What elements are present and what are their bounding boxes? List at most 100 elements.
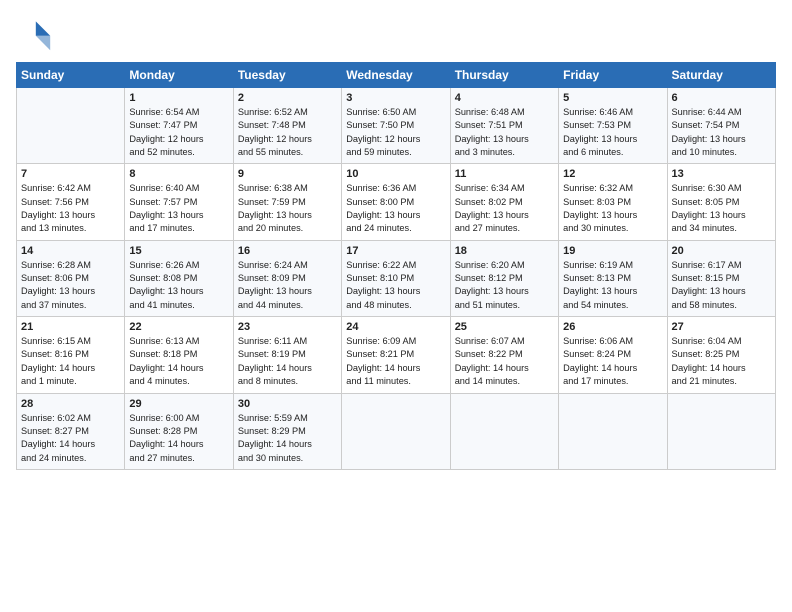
calendar-cell: 8 Sunrise: 6:40 AM Sunset: 7:57 PM Daylig… (125, 164, 233, 240)
day-info: Sunrise: 6:00 AM Sunset: 8:28 PM Dayligh… (129, 412, 228, 465)
day-number: 1 (129, 92, 228, 104)
day-number: 11 (455, 168, 554, 180)
calendar-cell: 21 Sunrise: 6:15 AM Sunset: 8:16 PM Dayli… (17, 317, 125, 393)
day-number: 28 (21, 398, 120, 410)
day-info: Sunrise: 6:30 AM Sunset: 8:05 PM Dayligh… (672, 182, 771, 235)
day-number: 12 (563, 168, 662, 180)
calendar-cell: 18Sunrise: 6:20 AM Sunset: 8:12 PM Dayli… (450, 240, 558, 316)
calendar-cell: 4Sunrise: 6:48 AM Sunset: 7:51 PM Daylig… (450, 88, 558, 164)
calendar-cell: 28 Sunrise: 6:02 AM Sunset: 8:27 PM Dayli… (17, 393, 125, 469)
week-row-2: 7Sunrise: 6:42 AM Sunset: 7:56 PM Daylig… (17, 164, 776, 240)
day-info: Sunrise: 6:07 AM Sunset: 8:22 PM Dayligh… (455, 335, 554, 388)
day-info: Sunrise: 6:22 AM Sunset: 8:10 PM Dayligh… (346, 259, 445, 312)
day-info: Sunrise: 6:50 AM Sunset: 7:50 PM Dayligh… (346, 106, 445, 159)
calendar-cell: 30 Sunrise: 5:59 AM Sunset: 8:29 PM Dayli… (233, 393, 341, 469)
calendar-cell: 25 Sunrise: 6:07 AM Sunset: 8:22 PM Dayli… (450, 317, 558, 393)
day-number: 17 (346, 245, 445, 257)
day-info: Sunrise: 6:28 AM Sunset: 8:06 PM Dayligh… (21, 259, 120, 312)
calendar-cell: 6 Sunrise: 6:44 AM Sunset: 7:54 PM Daylig… (667, 88, 775, 164)
calendar-cell (17, 88, 125, 164)
day-number: 10 (346, 168, 445, 180)
day-info: Sunrise: 6:46 AM Sunset: 7:53 PM Dayligh… (563, 106, 662, 159)
day-info: Sunrise: 6:24 AM Sunset: 8:09 PM Dayligh… (238, 259, 337, 312)
day-info: Sunrise: 6:26 AM Sunset: 8:08 PM Dayligh… (129, 259, 228, 312)
day-header-wednesday: Wednesday (342, 63, 450, 88)
week-row-1: 1 Sunrise: 6:54 AM Sunset: 7:47 PM Daylig… (17, 88, 776, 164)
day-number: 3 (346, 92, 445, 104)
day-header-saturday: Saturday (667, 63, 775, 88)
day-number: 22 (129, 321, 228, 333)
calendar-cell: 7Sunrise: 6:42 AM Sunset: 7:56 PM Daylig… (17, 164, 125, 240)
day-info: Sunrise: 6:54 AM Sunset: 7:47 PM Dayligh… (129, 106, 228, 159)
calendar-cell: 3 Sunrise: 6:50 AM Sunset: 7:50 PM Daylig… (342, 88, 450, 164)
calendar-cell: 29 Sunrise: 6:00 AM Sunset: 8:28 PM Dayli… (125, 393, 233, 469)
day-number: 18 (455, 245, 554, 257)
calendar-cell: 10 Sunrise: 6:36 AM Sunset: 8:00 PM Dayli… (342, 164, 450, 240)
day-info: Sunrise: 6:32 AM Sunset: 8:03 PM Dayligh… (563, 182, 662, 235)
calendar-cell: 19 Sunrise: 6:19 AM Sunset: 8:13 PM Dayli… (559, 240, 667, 316)
week-row-5: 28 Sunrise: 6:02 AM Sunset: 8:27 PM Dayli… (17, 393, 776, 469)
day-info: Sunrise: 6:34 AM Sunset: 8:02 PM Dayligh… (455, 182, 554, 235)
day-number: 13 (672, 168, 771, 180)
day-info: Sunrise: 6:48 AM Sunset: 7:51 PM Dayligh… (455, 106, 554, 159)
day-info: Sunrise: 6:06 AM Sunset: 8:24 PM Dayligh… (563, 335, 662, 388)
day-number: 14 (21, 245, 120, 257)
calendar-cell: 1 Sunrise: 6:54 AM Sunset: 7:47 PM Daylig… (125, 88, 233, 164)
day-info: Sunrise: 6:15 AM Sunset: 8:16 PM Dayligh… (21, 335, 120, 388)
day-info: Sunrise: 6:19 AM Sunset: 8:13 PM Dayligh… (563, 259, 662, 312)
calendar-table: SundayMondayTuesdayWednesdayThursdayFrid… (16, 62, 776, 470)
calendar-cell: 22 Sunrise: 6:13 AM Sunset: 8:18 PM Dayli… (125, 317, 233, 393)
calendar-cell: 13 Sunrise: 6:30 AM Sunset: 8:05 PM Dayli… (667, 164, 775, 240)
day-header-thursday: Thursday (450, 63, 558, 88)
day-number: 15 (129, 245, 228, 257)
day-header-friday: Friday (559, 63, 667, 88)
calendar-cell: 16Sunrise: 6:24 AM Sunset: 8:09 PM Dayli… (233, 240, 341, 316)
calendar-cell: 12 Sunrise: 6:32 AM Sunset: 8:03 PM Dayli… (559, 164, 667, 240)
calendar-cell: 5 Sunrise: 6:46 AM Sunset: 7:53 PM Daylig… (559, 88, 667, 164)
calendar-cell (667, 393, 775, 469)
calendar-cell (559, 393, 667, 469)
logo-icon (16, 16, 52, 52)
day-info: Sunrise: 6:42 AM Sunset: 7:56 PM Dayligh… (21, 182, 120, 235)
day-number: 24 (346, 321, 445, 333)
day-info: Sunrise: 6:17 AM Sunset: 8:15 PM Dayligh… (672, 259, 771, 312)
day-number: 2 (238, 92, 337, 104)
day-info: Sunrise: 6:44 AM Sunset: 7:54 PM Dayligh… (672, 106, 771, 159)
day-number: 27 (672, 321, 771, 333)
calendar-cell: 27Sunrise: 6:04 AM Sunset: 8:25 PM Dayli… (667, 317, 775, 393)
day-number: 5 (563, 92, 662, 104)
calendar-cell (450, 393, 558, 469)
day-info: Sunrise: 6:02 AM Sunset: 8:27 PM Dayligh… (21, 412, 120, 465)
calendar-cell: 24 Sunrise: 6:09 AM Sunset: 8:21 PM Dayli… (342, 317, 450, 393)
day-number: 29 (129, 398, 228, 410)
day-number: 6 (672, 92, 771, 104)
calendar-cell (342, 393, 450, 469)
week-row-3: 14 Sunrise: 6:28 AM Sunset: 8:06 PM Dayli… (17, 240, 776, 316)
day-info: Sunrise: 5:59 AM Sunset: 8:29 PM Dayligh… (238, 412, 337, 465)
week-row-4: 21 Sunrise: 6:15 AM Sunset: 8:16 PM Dayli… (17, 317, 776, 393)
calendar-cell: 9Sunrise: 6:38 AM Sunset: 7:59 PM Daylig… (233, 164, 341, 240)
day-info: Sunrise: 6:13 AM Sunset: 8:18 PM Dayligh… (129, 335, 228, 388)
day-number: 26 (563, 321, 662, 333)
day-number: 8 (129, 168, 228, 180)
day-number: 25 (455, 321, 554, 333)
calendar-cell: 14 Sunrise: 6:28 AM Sunset: 8:06 PM Dayli… (17, 240, 125, 316)
day-header-tuesday: Tuesday (233, 63, 341, 88)
calendar-cell: 11 Sunrise: 6:34 AM Sunset: 8:02 PM Dayli… (450, 164, 558, 240)
day-number: 21 (21, 321, 120, 333)
calendar-cell: 20Sunrise: 6:17 AM Sunset: 8:15 PM Dayli… (667, 240, 775, 316)
day-number: 23 (238, 321, 337, 333)
day-number: 19 (563, 245, 662, 257)
day-number: 9 (238, 168, 337, 180)
day-number: 30 (238, 398, 337, 410)
calendar-cell: 26 Sunrise: 6:06 AM Sunset: 8:24 PM Dayli… (559, 317, 667, 393)
day-info: Sunrise: 6:40 AM Sunset: 7:57 PM Dayligh… (129, 182, 228, 235)
calendar-cell: 2 Sunrise: 6:52 AM Sunset: 7:48 PM Daylig… (233, 88, 341, 164)
calendar-cell: 23Sunrise: 6:11 AM Sunset: 8:19 PM Dayli… (233, 317, 341, 393)
day-header-monday: Monday (125, 63, 233, 88)
page: SundayMondayTuesdayWednesdayThursdayFrid… (0, 0, 792, 480)
day-info: Sunrise: 6:52 AM Sunset: 7:48 PM Dayligh… (238, 106, 337, 159)
day-header-sunday: Sunday (17, 63, 125, 88)
day-info: Sunrise: 6:36 AM Sunset: 8:00 PM Dayligh… (346, 182, 445, 235)
day-info: Sunrise: 6:09 AM Sunset: 8:21 PM Dayligh… (346, 335, 445, 388)
